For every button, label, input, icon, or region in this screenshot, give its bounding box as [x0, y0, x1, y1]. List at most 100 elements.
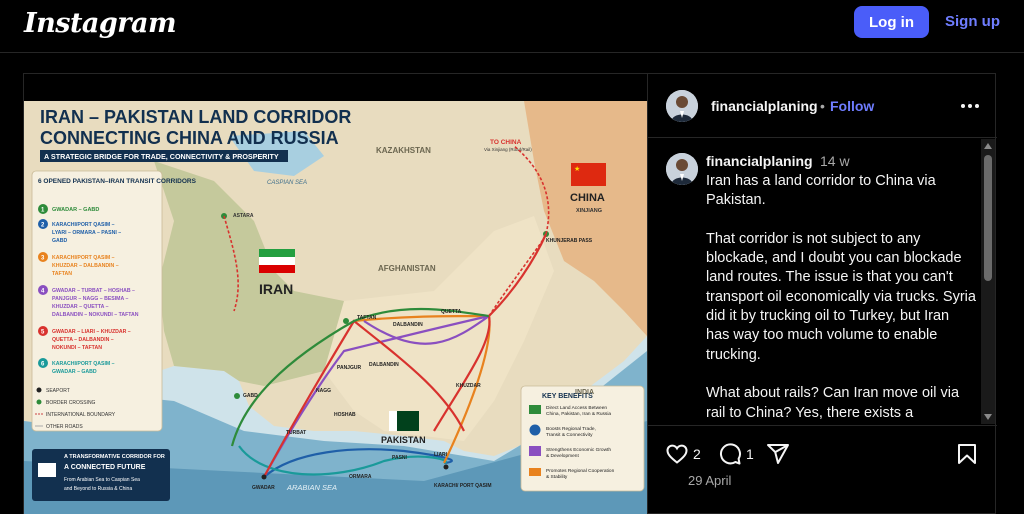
share-button[interactable]	[766, 442, 790, 466]
svg-text:HOSHAB: HOSHAB	[334, 412, 356, 418]
heart-icon	[666, 444, 688, 464]
svg-text:KHUZDAR – DALBANDIN –: KHUZDAR – DALBANDIN –	[52, 263, 119, 269]
svg-text:China, Pakistan, Iran & Russia: China, Pakistan, Iran & Russia	[546, 411, 611, 417]
post-date: 29 April	[688, 473, 732, 488]
caption-username[interactable]: financialplaning	[706, 153, 813, 169]
svg-text:& Stability: & Stability	[546, 474, 568, 480]
like-button[interactable]: 2	[665, 442, 701, 466]
scroll-down-arrow[interactable]	[984, 414, 992, 420]
svg-text:TO CHINA: TO CHINA	[490, 139, 522, 146]
svg-text:DALBANDIN: DALBANDIN	[369, 362, 399, 368]
comment-icon	[719, 443, 741, 465]
caption-avatar[interactable]	[666, 153, 698, 185]
svg-text:KARACHI/ PORT QASIM: KARACHI/ PORT QASIM	[434, 483, 492, 489]
svg-text:GWADAR – TURBAT – HOSHAB –: GWADAR – TURBAT – HOSHAB –	[52, 288, 135, 294]
svg-text:KARACHI/PORT QASIM –: KARACHI/PORT QASIM –	[52, 361, 115, 367]
svg-text:Via Xinjiang (Road/Rail): Via Xinjiang (Road/Rail)	[484, 147, 532, 152]
svg-text:KHUZDAR – QUETTA –: KHUZDAR – QUETTA –	[52, 304, 109, 310]
svg-text:KARACHI/PORT QASIM –: KARACHI/PORT QASIM –	[52, 255, 115, 261]
svg-text:ARABIAN SEA: ARABIAN SEA	[286, 483, 337, 492]
profile-photo-icon	[666, 90, 698, 122]
svg-text:PANJGUR – NAGG – BESIMA –: PANJGUR – NAGG – BESIMA –	[52, 296, 129, 302]
svg-text:GWADAR – GABD: GWADAR – GABD	[52, 369, 97, 375]
svg-text:Transit & Connectivity: Transit & Connectivity	[546, 432, 593, 438]
login-button[interactable]: Log in	[854, 6, 929, 38]
svg-text:Boosts Regional Trade,: Boosts Regional Trade,	[546, 426, 596, 432]
separator-dot: •	[820, 98, 825, 114]
transform-line2: A CONNECTED FUTURE	[64, 464, 146, 471]
svg-text:QUETTA – DALBANDIN –: QUETTA – DALBANDIN –	[52, 337, 114, 343]
legend-title: 6 OPENED PAKISTAN–IRAN TRANSIT CORRIDORS	[38, 178, 197, 185]
svg-text:QUETTA: QUETTA	[441, 309, 462, 315]
svg-text:KHUZDAR: KHUZDAR	[456, 383, 481, 389]
svg-text:PANJGUR: PANJGUR	[337, 365, 361, 371]
svg-text:KARACHI/PORT QASIM –: KARACHI/PORT QASIM –	[52, 222, 115, 228]
instagram-logo[interactable]: Instagram	[24, 8, 177, 39]
svg-text:CASPIAN SEA: CASPIAN SEA	[267, 180, 307, 186]
signup-link[interactable]: Sign up	[945, 13, 1000, 30]
corridor-1-label: GWADAR – GABD	[52, 207, 99, 213]
svg-text:ORMARA: ORMARA	[349, 474, 372, 480]
svg-text:PASNI: PASNI	[392, 455, 408, 461]
svg-text:NAGG: NAGG	[316, 388, 331, 394]
svg-text:& Development: & Development	[546, 453, 579, 459]
like-count: 2	[693, 446, 701, 462]
svg-text:DALBANDIN: DALBANDIN	[393, 322, 423, 328]
legend-other-roads: OTHER ROADS	[46, 424, 83, 430]
svg-text:TURBAT: TURBAT	[286, 430, 306, 436]
post-sidebar: financialplaning • Follow financialplani…	[647, 74, 997, 514]
caption-time: 14 w	[820, 153, 850, 169]
post-container: IRAN – PAKISTAN LAND CORRIDOR CONNECTING…	[23, 73, 997, 514]
svg-text:IRAN: IRAN	[259, 281, 293, 297]
svg-text:GWADAR: GWADAR	[252, 485, 275, 491]
post-header: financialplaning • Follow	[648, 74, 997, 138]
legend-seaport: SEAPORT	[46, 388, 70, 394]
svg-text:KAZAKHSTAN: KAZAKHSTAN	[376, 146, 431, 155]
map-title-line2: CONNECTING CHINA AND RUSSIA	[40, 128, 339, 148]
svg-text:Promotes Regional Cooperation: Promotes Regional Cooperation	[546, 468, 615, 474]
avatar[interactable]	[666, 90, 698, 122]
comment-button[interactable]: 1	[718, 442, 754, 466]
transform-line3: From Arabian Sea to Caspian Sea	[64, 477, 140, 483]
caption-text: Iran has a land corridor to China via Pa…	[706, 173, 976, 424]
transform-line4: and Beyond to Russia & China	[64, 486, 132, 492]
scrollbar[interactable]	[981, 139, 995, 424]
svg-text:ASTARA: ASTARA	[233, 213, 254, 219]
save-button[interactable]	[955, 442, 979, 466]
svg-text:Direct Land Access Between: Direct Land Access Between	[546, 405, 607, 411]
svg-text:INDIA: INDIA	[575, 389, 594, 396]
scroll-up-arrow[interactable]	[984, 143, 992, 149]
svg-text:CHINA: CHINA	[570, 192, 605, 204]
post-username[interactable]: financialplaning	[711, 98, 818, 114]
comment-count: 1	[746, 446, 754, 462]
svg-text:★: ★	[574, 165, 580, 173]
svg-text:TAFTAN: TAFTAN	[52, 271, 72, 277]
transform-line1: A TRANSFORMATIVE CORRIDOR FOR	[64, 454, 165, 460]
scroll-thumb[interactable]	[984, 155, 992, 281]
svg-text:NOKUNDI – TAFTAN: NOKUNDI – TAFTAN	[52, 345, 102, 351]
share-icon	[767, 444, 789, 464]
svg-text:LIARI: LIARI	[434, 452, 448, 458]
svg-text:LYARI – ORMARA – PASNI –: LYARI – ORMARA – PASNI –	[52, 230, 121, 236]
svg-text:GWADAR – LIARI – KHUZDAR –: GWADAR – LIARI – KHUZDAR –	[52, 329, 131, 335]
more-options-icon[interactable]	[958, 96, 982, 116]
map-title-line1: IRAN – PAKISTAN LAND CORRIDOR	[40, 107, 351, 127]
svg-text:XINJIANG: XINJIANG	[576, 208, 602, 214]
svg-text:GABD: GABD	[52, 238, 68, 244]
post-actions: 2 1 29 April	[648, 425, 997, 514]
caption-area[interactable]: financialplaning 14 w Iran has a land co…	[648, 139, 997, 424]
post-media[interactable]: IRAN – PAKISTAN LAND CORRIDOR CONNECTING…	[24, 74, 647, 514]
legend-border-crossing: BORDER CROSSING	[46, 400, 96, 406]
map-subtitle: A STRATEGIC BRIDGE FOR TRADE, CONNECTIVI…	[44, 152, 279, 161]
svg-text:DALBANDIN – NOKUNDI – TAFTAN: DALBANDIN – NOKUNDI – TAFTAN	[52, 312, 139, 318]
corridor-map-image: IRAN – PAKISTAN LAND CORRIDOR CONNECTING…	[24, 101, 647, 514]
svg-text:PAKISTAN: PAKISTAN	[381, 435, 426, 445]
legend-intl-boundary: INTERNATIONAL BOUNDARY	[46, 412, 116, 418]
svg-text:GABD: GABD	[243, 393, 258, 399]
bookmark-icon	[958, 444, 976, 464]
profile-photo-icon	[666, 153, 698, 185]
svg-text:AFGHANISTAN: AFGHANISTAN	[378, 264, 436, 273]
follow-button[interactable]: Follow	[830, 98, 874, 114]
svg-text:TAFTAN: TAFTAN	[357, 315, 377, 321]
svg-text:KHUNJERAB PASS: KHUNJERAB PASS	[546, 238, 593, 244]
